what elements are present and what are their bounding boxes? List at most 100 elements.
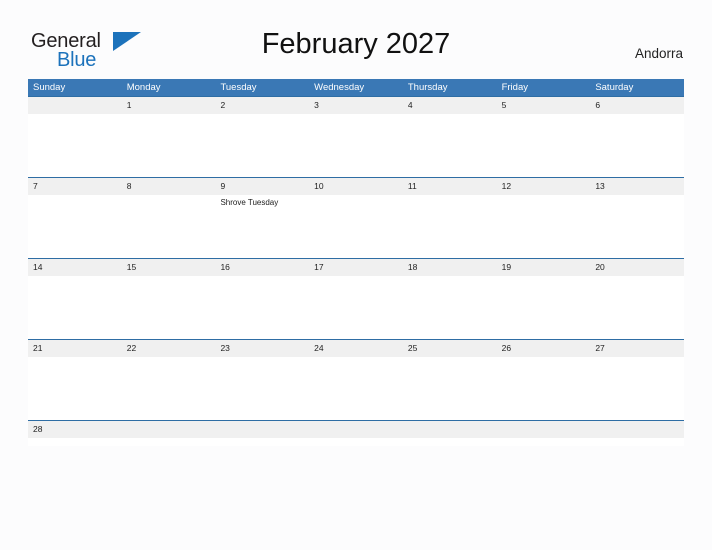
- country-label: Andorra: [634, 46, 683, 61]
- calendar-day-cell[interactable]: 24: [309, 340, 403, 420]
- weekday-header-tuesday: Tuesday: [220, 82, 257, 93]
- weekday-header-wednesday: Wednesday: [314, 82, 365, 93]
- calendar-day-number: 12: [501, 181, 512, 191]
- calendar-day-cell[interactable]: 21: [28, 340, 122, 420]
- calendar-week-days: 1 2 3 4 5 6: [28, 97, 685, 177]
- calendar-day-number: 22: [126, 343, 137, 353]
- page-title: February 2027: [261, 28, 451, 60]
- calendar-day-band: [121, 178, 216, 195]
- calendar-day-cell[interactable]: 22: [121, 340, 216, 420]
- calendar-week-row: 28: [28, 420, 685, 446]
- calendar-week-days: 28: [28, 421, 685, 446]
- page-header: General Blue February 2027 Andorra: [0, 0, 712, 72]
- weekday-header-monday: Monday: [126, 82, 161, 93]
- calendar-day-band: [590, 97, 685, 114]
- calendar-day-cell[interactable]: 8: [121, 178, 216, 258]
- calendar-day-number: 17: [314, 262, 324, 272]
- calendar-day-cell[interactable]: 25: [402, 340, 497, 420]
- weekday-header-thursday: Thursday: [407, 82, 448, 93]
- calendar-day-number: 21: [33, 343, 43, 353]
- calendar-day-cell[interactable]: 20: [590, 259, 685, 339]
- calendar-day-number: 13: [595, 181, 605, 191]
- calendar-day-cell[interactable]: 7: [28, 178, 122, 258]
- calendar-day-number: 4: [407, 100, 413, 110]
- calendar-day-number: 9: [220, 181, 226, 191]
- calendar-day-number: 24: [314, 343, 324, 353]
- calendar-day-cell[interactable]: 12: [496, 178, 591, 258]
- weekday-header-saturday: Saturday: [595, 82, 634, 93]
- calendar-day-cell[interactable]: [590, 421, 685, 446]
- calendar-day-band: [496, 421, 591, 438]
- calendar-day-number: 3: [314, 100, 319, 110]
- calendar-day-cell[interactable]: 14: [28, 259, 122, 339]
- calendar-day-number: 20: [595, 262, 605, 272]
- calendar-day-band: [309, 97, 403, 114]
- calendar-week-row: 1 2 3 4 5 6: [28, 96, 685, 177]
- calendar-day-cell[interactable]: 2: [215, 97, 310, 177]
- calendar-day-number: 19: [501, 262, 512, 272]
- calendar-day-cell[interactable]: [28, 97, 122, 177]
- calendar-day-number: 10: [314, 181, 324, 191]
- calendar-week-days: 14 15 16 17 18 19 20: [28, 259, 685, 339]
- calendar-day-cell[interactable]: 9 Shrove Tuesday: [215, 178, 310, 258]
- calendar-day-cell[interactable]: 28: [28, 421, 122, 446]
- calendar-day-number: 18: [407, 262, 418, 272]
- weekday-header-friday: Friday: [501, 82, 528, 93]
- calendar-day-cell[interactable]: 23: [215, 340, 310, 420]
- calendar-day-band: [309, 421, 403, 438]
- calendar-day-number: 2: [220, 100, 226, 110]
- calendar-day-cell[interactable]: 15: [121, 259, 216, 339]
- calendar-day-number: 28: [33, 424, 43, 434]
- calendar-day-band: [496, 97, 591, 114]
- weekday-header-sunday: Sunday: [33, 82, 66, 93]
- calendar-week-days: 7 8 9 Shrove Tuesday 10 11 12 13: [28, 178, 685, 258]
- calendar-day-cell[interactable]: 27: [590, 340, 685, 420]
- calendar-grid: Sunday Monday Tuesday Wednesday Thursday…: [28, 79, 685, 446]
- calendar-day-cell[interactable]: 6: [590, 97, 685, 177]
- calendar-day-number: 16: [220, 262, 230, 272]
- calendar-weeks: 1 2 3 4 5 6 7 8 9 Shrove Tuesday 10 11 12 13 14 15 16 17 1…: [28, 96, 685, 446]
- calendar-event: Shrove Tuesday: [220, 198, 279, 207]
- calendar-day-number: 14: [33, 262, 43, 272]
- calendar-day-cell[interactable]: 5: [496, 97, 591, 177]
- calendar-day-number: 11: [407, 181, 417, 191]
- calendar-day-cell[interactable]: 26: [496, 340, 591, 420]
- calendar-day-band: [215, 97, 310, 114]
- calendar-day-number: 1: [126, 100, 132, 110]
- calendar-day-band: [121, 421, 216, 438]
- calendar-day-number: 27: [595, 343, 605, 353]
- calendar-day-number: 26: [501, 343, 512, 353]
- calendar-day-cell[interactable]: 1: [121, 97, 216, 177]
- calendar-day-number: 23: [220, 343, 230, 353]
- calendar-day-number: 5: [501, 100, 507, 110]
- calendar-day-cell[interactable]: 17: [309, 259, 403, 339]
- calendar-day-cell[interactable]: [496, 421, 591, 446]
- calendar-day-cell[interactable]: [121, 421, 216, 446]
- calendar-day-cell[interactable]: 13: [590, 178, 685, 258]
- calendar-day-band: [590, 421, 685, 438]
- calendar-day-cell[interactable]: 16: [215, 259, 310, 339]
- calendar-day-band: [121, 97, 216, 114]
- calendar-day-cell[interactable]: 19: [496, 259, 591, 339]
- calendar-page: General Blue February 2027 Andorra Sunda…: [0, 0, 712, 550]
- calendar-day-cell[interactable]: 11: [402, 178, 497, 258]
- calendar-day-cell[interactable]: 10: [309, 178, 403, 258]
- calendar-week-row: 14 15 16 17 18 19 20: [28, 258, 685, 339]
- calendar-week-row: 7 8 9 Shrove Tuesday 10 11 12 13: [28, 177, 685, 258]
- calendar-day-number: 15: [126, 262, 137, 272]
- calendar-day-band: [402, 97, 497, 114]
- calendar-day-band: [28, 97, 122, 114]
- calendar-day-band: [28, 178, 122, 195]
- calendar-week-days: 21 22 23 24 25 26 27: [28, 340, 685, 420]
- calendar-day-cell[interactable]: [215, 421, 310, 446]
- calendar-day-cell[interactable]: 4: [402, 97, 497, 177]
- calendar-week-row: 21 22 23 24 25 26 27: [28, 339, 685, 420]
- calendar-day-cell[interactable]: [402, 421, 497, 446]
- calendar-day-cell[interactable]: [309, 421, 403, 446]
- calendar-day-band: [402, 421, 497, 438]
- calendar-day-band: [215, 421, 310, 438]
- calendar-day-events: Shrove Tuesday: [220, 197, 306, 208]
- calendar-day-cell[interactable]: 18: [402, 259, 497, 339]
- calendar-day-number: 25: [407, 343, 418, 353]
- calendar-day-cell[interactable]: 3: [309, 97, 403, 177]
